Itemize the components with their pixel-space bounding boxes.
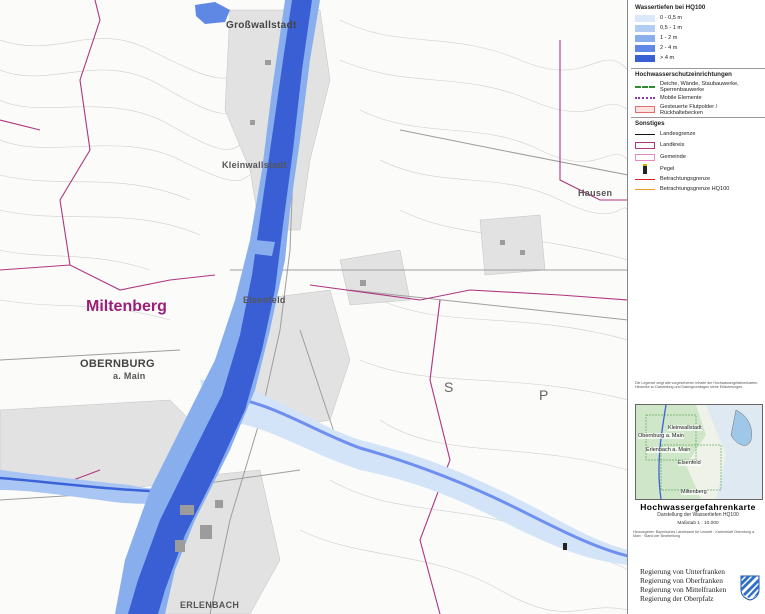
overview-label: Elsenfeld (678, 460, 701, 466)
map-letter: S (444, 379, 454, 395)
overview-label: Obernburg a. Main (638, 433, 684, 439)
sheet-scale: Maßstab 1 : 10.000 (677, 521, 719, 526)
color-swatch (635, 24, 655, 32)
title-block: Hochwassergefahrenkarte Darstellung der … (633, 502, 763, 539)
district-label: Miltenberg (86, 298, 167, 315)
legend-item: Gesteuerte Flutpolder / Rückhaltebecken (635, 103, 761, 116)
boundary-orange-symbol (635, 188, 655, 190)
protection-legend: Hochwasserschutzeinrichtungen Deiche, Wä… (635, 71, 761, 116)
gauge-icon (635, 163, 655, 174)
legend-item: 2 - 4 m (635, 43, 761, 53)
dike-line-symbol (635, 85, 655, 88)
overview-map[interactable]: Kleinwallstadt Obernburg a. Main Erlenba… (635, 404, 763, 500)
overview-label: Miltenberg (681, 489, 707, 495)
legend-item: Deiche, Wände, Staubauwerke, Sperrenbauw… (635, 80, 761, 93)
legend-item: Landesgrenze (635, 129, 761, 139)
legend-heading: Sonstiges (635, 120, 665, 127)
legend-heading: Hochwasserschutzeinrichtungen (635, 71, 732, 78)
color-swatch (635, 54, 655, 62)
legend-item: Landkreis (635, 139, 761, 151)
place-label: ERLENBACH (180, 600, 240, 610)
legend-divider (631, 68, 765, 69)
legend-item: > 4 m (635, 53, 761, 63)
polder-symbol (635, 106, 655, 113)
overview-label: Erlenbach a. Main (646, 447, 691, 453)
legend-item: Gemeinde (635, 151, 761, 163)
sheet-meta: Herausgeber: Bayerisches Landesamt für U… (633, 530, 756, 539)
color-swatch (635, 44, 655, 52)
sheet-title: Hochwassergefahrenkarte (640, 502, 756, 512)
mobile-element-symbol (635, 97, 655, 99)
map-letter: P (539, 387, 549, 403)
sheet-subtitle: Darstellung der Wassertiefen HQ100 (657, 512, 739, 518)
map-canvas[interactable]: Großwallstadt Kleinwallstadt Elsenfeld O… (0, 0, 628, 614)
legend-item: Betrachtungsgrenze (635, 174, 761, 184)
color-swatch (635, 14, 655, 22)
legend-divider (631, 117, 765, 118)
boundary-red-symbol (635, 178, 655, 180)
bavarian-crest-icon (740, 575, 760, 601)
place-label: OBERNBURG (80, 358, 155, 370)
color-swatch (635, 34, 655, 42)
district-symbol (635, 141, 655, 149)
pegel-marker (563, 543, 567, 550)
legend-item: Pegel (635, 163, 761, 174)
depth-legend: Wassertiefen bei HQ100 0 - 0,5 m 0,5 - 1… (635, 4, 761, 63)
place-label: Großwallstadt (226, 20, 297, 31)
legend-item: 0 - 0,5 m (635, 13, 761, 23)
legend-item: 1 - 2 m (635, 33, 761, 43)
place-label: a. Main (113, 371, 146, 381)
flood-pocket (255, 240, 275, 256)
legend-item: Betrachtungsgrenze HQ100 (635, 184, 761, 194)
flood-pond (195, 2, 230, 24)
legend-notes: Die Legende zeigt alle vorgesehenen Inha… (635, 381, 759, 390)
other-legend: Sonstiges Landesgrenze Landkreis Gemeind… (635, 120, 761, 194)
overview-label: Kleinwallstadt (668, 425, 702, 431)
legend-heading: Wassertiefen bei HQ100 (635, 4, 706, 11)
state-border-symbol (635, 133, 655, 135)
municipality-symbol (635, 153, 655, 161)
legend-item: 0,5 - 1 m (635, 23, 761, 33)
map-sheet: Großwallstadt Kleinwallstadt Elsenfeld O… (0, 0, 765, 614)
place-label: Hausen (578, 188, 613, 198)
place-label: Kleinwallstadt (222, 160, 287, 170)
place-label: Elsenfeld (243, 295, 286, 305)
authority-block: Regierung von Unterfranken Regierung von… (640, 567, 764, 613)
legend-item: Mobile Elemente (635, 93, 761, 103)
